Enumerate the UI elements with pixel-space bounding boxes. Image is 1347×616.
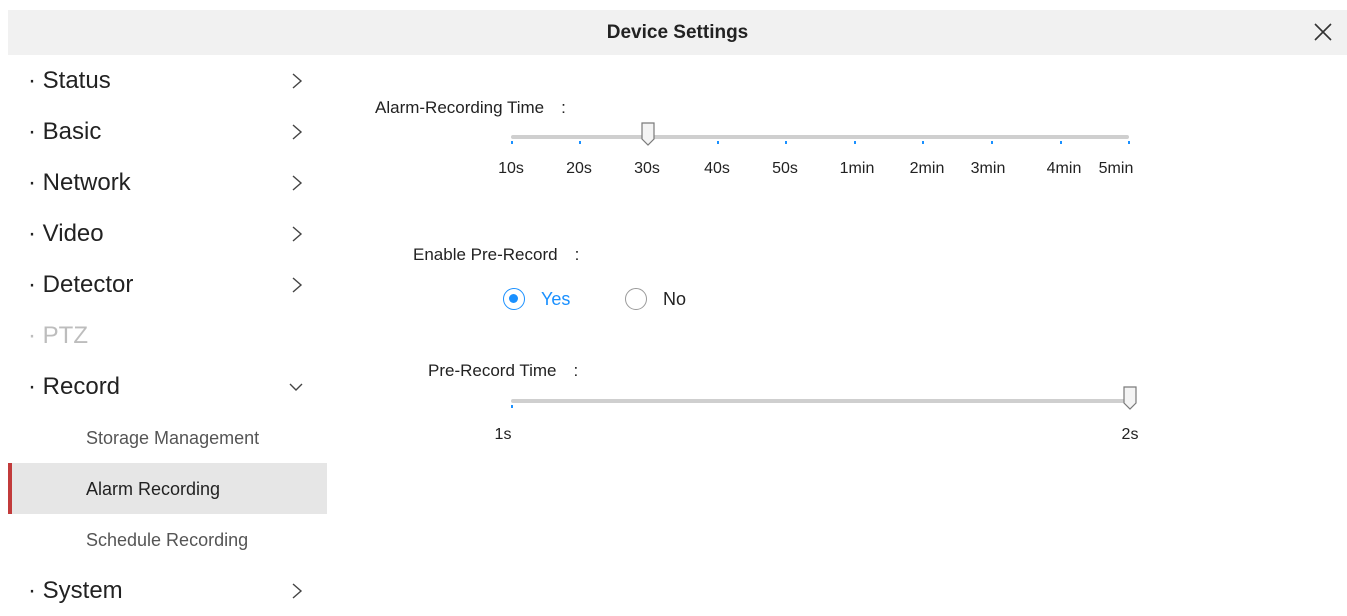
- tick-label: 4min: [1046, 160, 1082, 177]
- sidebar-item-system[interactable]: · System: [8, 565, 327, 616]
- sidebar-item-basic[interactable]: · Basic: [8, 106, 327, 157]
- radio-label: No: [663, 289, 687, 309]
- sidebar-nav: · Status · Basic · Network · Video · Det…: [8, 55, 327, 604]
- tick-mark: [511, 405, 513, 408]
- sidebar-subitem-schedule-recording[interactable]: Schedule Recording: [8, 514, 327, 565]
- chevron-right-icon: [290, 276, 304, 294]
- sidebar-item-detector[interactable]: · Detector: [8, 259, 327, 310]
- tick-label: 3min: [970, 160, 1006, 177]
- chevron-right-icon: [290, 225, 304, 243]
- pre-record-time-label: Pre-Record Time :: [428, 361, 579, 380]
- title-bar: Device Settings: [8, 10, 1347, 55]
- tick-mark: [1128, 141, 1130, 144]
- tick-label: 20s: [566, 160, 592, 177]
- tick-label: 5min: [1098, 160, 1134, 177]
- tick-mark: [511, 141, 513, 144]
- alarm-recording-panel: Alarm-Recording Time : 10s 20s 30s 40s 5…: [327, 55, 1347, 603]
- sidebar-subitem-alarm-recording[interactable]: Alarm Recording: [8, 463, 327, 514]
- active-indicator: [8, 463, 12, 514]
- chevron-right-icon: [290, 582, 304, 600]
- tick-mark: [922, 141, 924, 144]
- enable-pre-record-label: Enable Pre-Record :: [413, 245, 580, 264]
- tick-label: 1s: [494, 426, 512, 443]
- radio-unchecked-icon: [625, 288, 647, 310]
- tick-label: 10s: [498, 160, 524, 177]
- tick-label: 1min: [839, 160, 875, 177]
- chevron-right-icon: [290, 72, 304, 90]
- tick-label: 50s: [772, 160, 798, 177]
- sidebar-item-status[interactable]: · Status: [8, 55, 327, 106]
- sidebar-item-label: · PTZ: [28, 322, 88, 349]
- sidebar-item-label: · Record: [28, 373, 121, 400]
- chevron-right-icon: [290, 174, 304, 192]
- tick-mark: [1060, 141, 1062, 144]
- sidebar-item-video[interactable]: · Video: [8, 208, 327, 259]
- tick-mark: [717, 141, 719, 144]
- tick-mark: [579, 141, 581, 144]
- window-title: Device Settings: [606, 22, 749, 43]
- sidebar-item-network[interactable]: · Network: [8, 157, 327, 208]
- sidebar-subitem-label: Schedule Recording: [86, 530, 249, 550]
- sidebar-item-label: · Basic: [28, 118, 102, 145]
- sidebar-item-ptz: · PTZ: [8, 310, 327, 361]
- pre-record-time-slider[interactable]: [511, 386, 1137, 410]
- alarm-recording-time-slider[interactable]: [511, 122, 1130, 146]
- radio-label: Yes: [541, 289, 571, 309]
- radio-checked-icon: [503, 288, 525, 310]
- chevron-down-icon: [288, 380, 304, 394]
- tick-mark: [991, 141, 993, 144]
- tick-label: 2min: [909, 160, 945, 177]
- tick-label: 30s: [634, 160, 660, 177]
- close-button[interactable]: [1311, 20, 1335, 44]
- sidebar-item-label: · System: [28, 577, 123, 604]
- close-icon: [1314, 23, 1332, 41]
- chevron-right-icon: [290, 123, 304, 141]
- tick-label: 40s: [704, 160, 730, 177]
- sidebar-item-record[interactable]: · Record: [8, 361, 327, 412]
- sidebar-item-label: · Detector: [28, 271, 134, 298]
- sidebar-item-label: · Video: [28, 220, 104, 247]
- sidebar-subitem-storage-management[interactable]: Storage Management: [8, 412, 327, 463]
- sidebar-subitem-label: Storage Management: [86, 428, 260, 448]
- tick-mark: [785, 141, 787, 144]
- sidebar-item-label: · Status: [28, 67, 111, 94]
- tick-label: 2s: [1121, 426, 1139, 443]
- tick-mark: [854, 141, 856, 144]
- alarm-recording-time-label: Alarm-Recording Time :: [375, 98, 566, 117]
- sidebar-subitem-label: Alarm Recording: [86, 479, 221, 499]
- sidebar-item-label: · Network: [28, 169, 131, 196]
- slider-thumb-icon[interactable]: [641, 122, 655, 146]
- slider-thumb-icon[interactable]: [1123, 386, 1137, 410]
